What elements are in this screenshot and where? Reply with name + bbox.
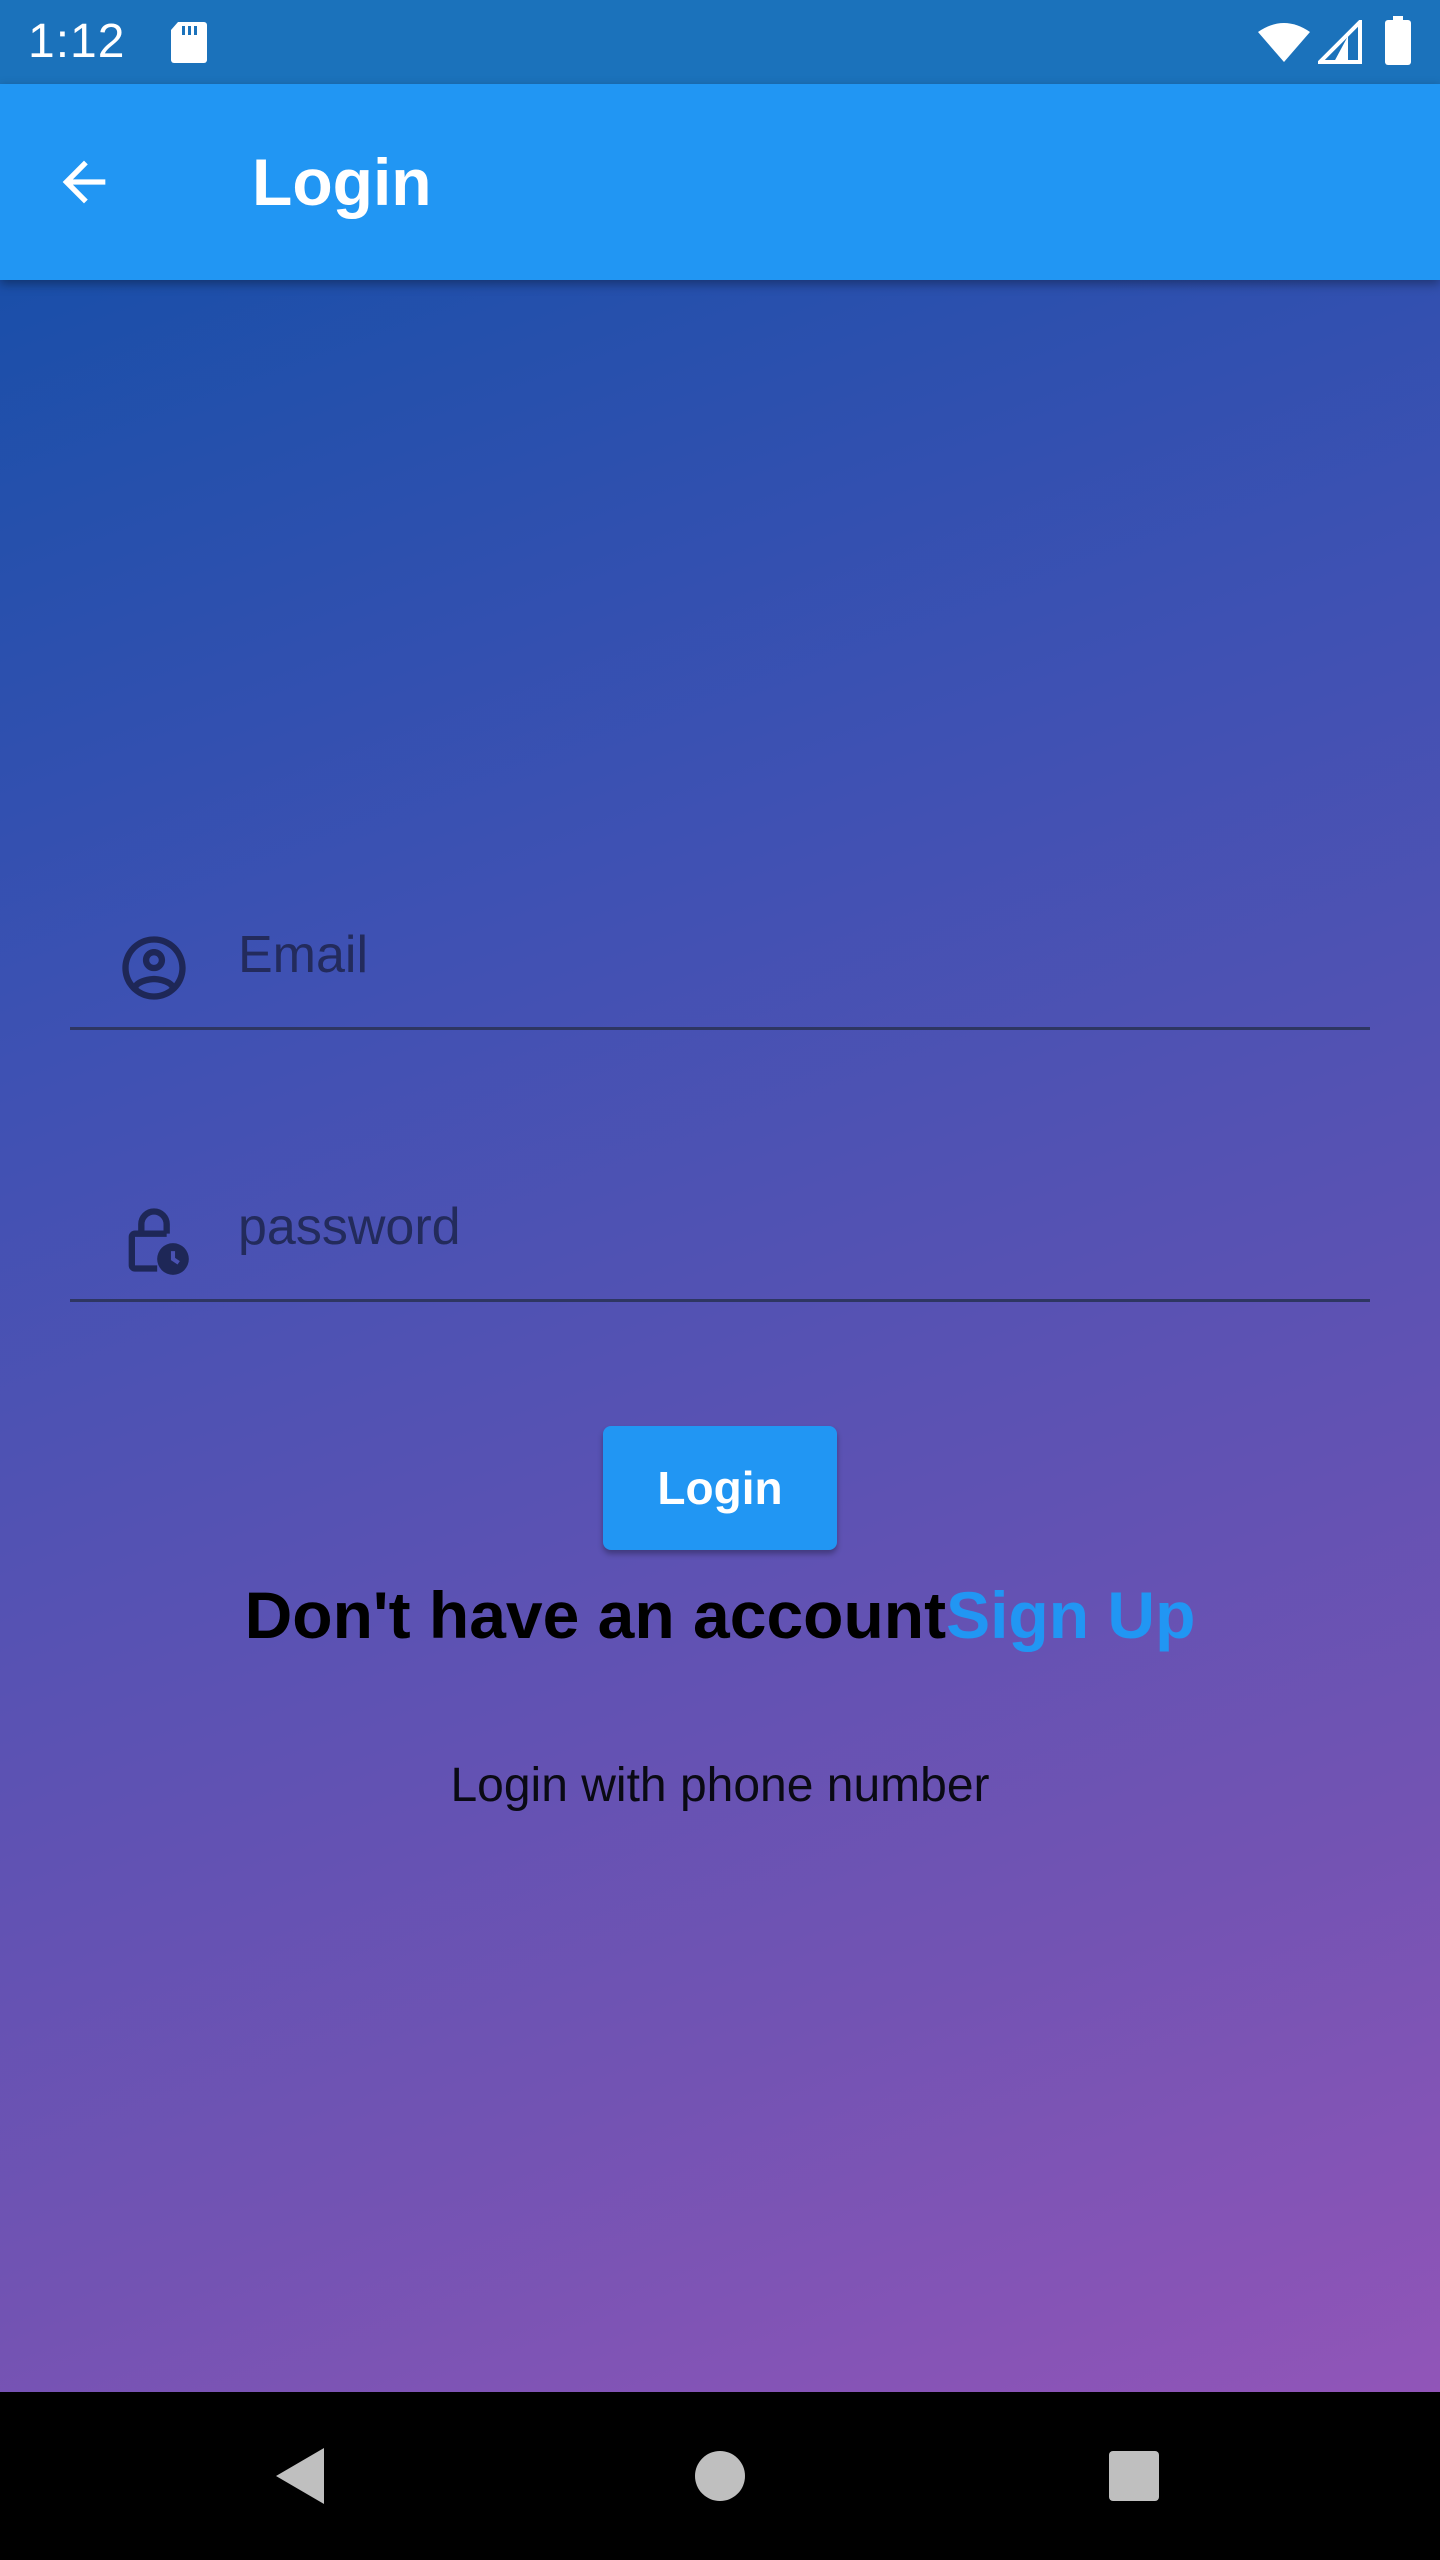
back-triangle-icon[interactable]	[272, 2446, 328, 2506]
account-circle-icon	[122, 936, 186, 1000]
signup-prompt: Don't have an account	[244, 1578, 947, 1652]
login-button[interactable]: Login	[603, 1426, 837, 1550]
lock-clock-icon	[128, 1208, 189, 1275]
signup-row: Don't have an accountSign Up	[0, 1570, 1440, 1660]
app-bar: Login	[0, 84, 1440, 280]
status-time: 1:12	[28, 15, 126, 68]
back-button[interactable]	[40, 138, 128, 226]
battery-icon	[1385, 16, 1411, 65]
status-bar: 1:12	[0, 0, 1440, 84]
phone-login-link[interactable]: Login with phone number	[0, 1754, 1440, 1818]
login-form-area: Login Don't have an accountSign Up Login…	[0, 280, 1440, 2392]
wifi-icon	[1258, 23, 1310, 62]
login-screen: 1:12 Login Email Login Don't have an acc…	[0, 0, 1440, 2560]
password-input[interactable]	[238, 1182, 1338, 1272]
home-circle-icon[interactable]	[694, 2450, 746, 2502]
email-input[interactable]	[238, 910, 1338, 1000]
password-field	[70, 1162, 1370, 1302]
sd-card-icon	[171, 22, 207, 63]
signup-link[interactable]: Sign Up	[946, 1578, 1195, 1652]
cell-signal-icon	[1318, 20, 1362, 64]
arrow-back-icon	[62, 160, 106, 204]
email-field	[70, 890, 1370, 1030]
recents-square-icon[interactable]	[1108, 2450, 1160, 2502]
page-title: Login	[252, 145, 432, 219]
